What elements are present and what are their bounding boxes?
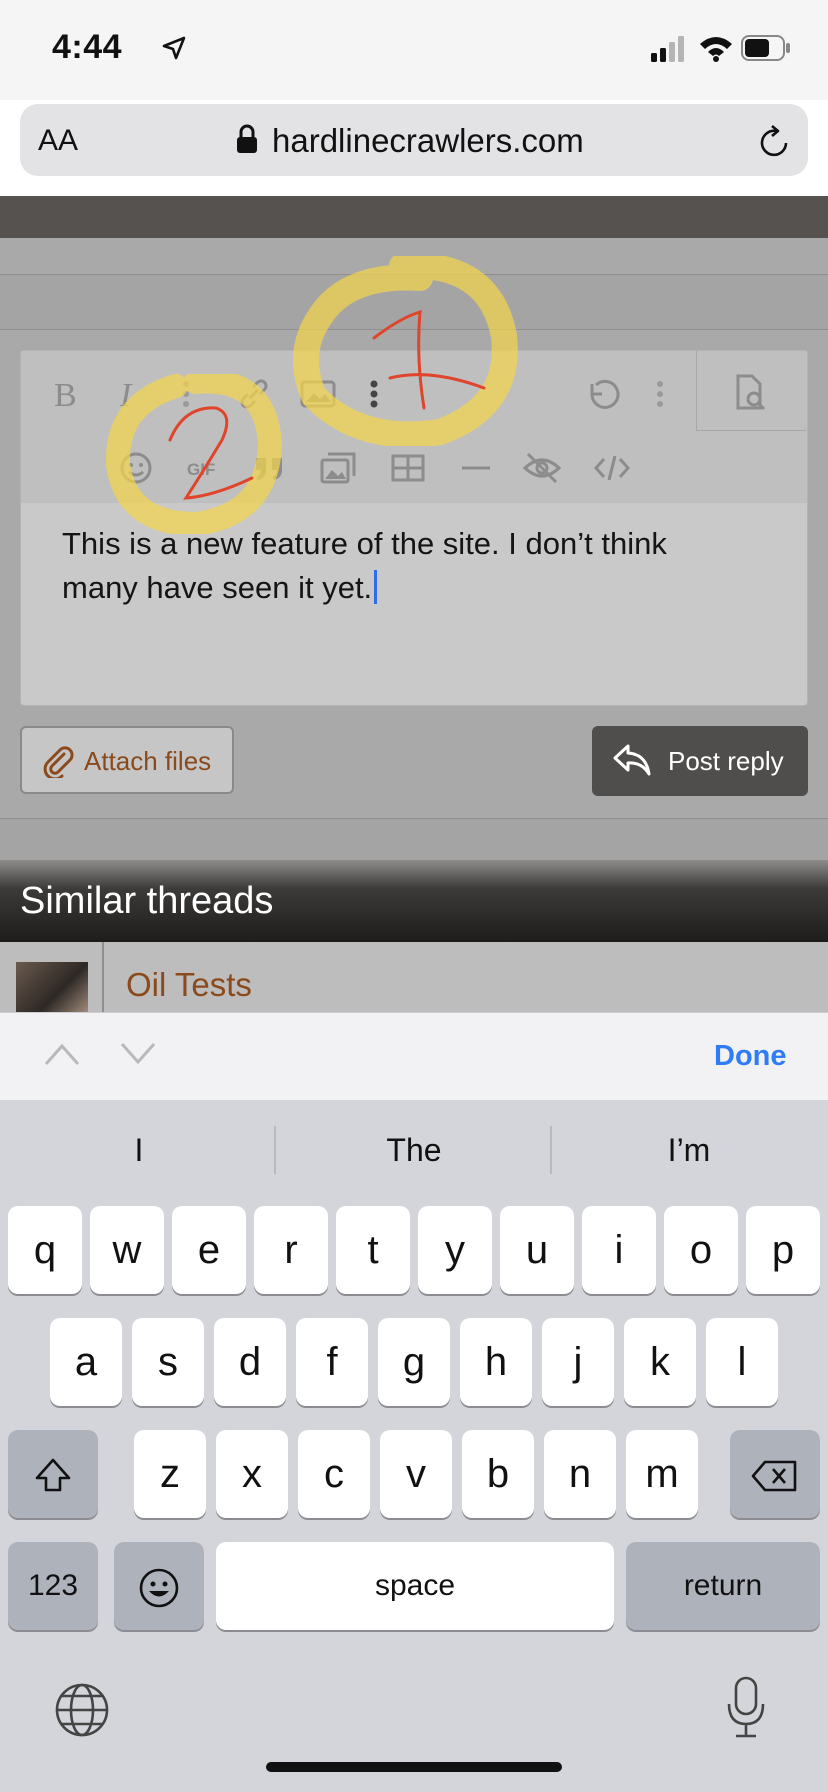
battery-icon [741, 35, 790, 61]
key-g[interactable]: g [378, 1318, 450, 1406]
key-y[interactable]: y [418, 1206, 492, 1294]
key-t[interactable]: t [336, 1206, 410, 1294]
table-icon[interactable] [388, 448, 428, 488]
handwritten-number-2 [168, 406, 254, 500]
key-x[interactable]: x [216, 1430, 288, 1518]
handwritten-number-1 [372, 309, 486, 410]
delete-key[interactable] [730, 1430, 820, 1518]
more-vertical-icon[interactable] [640, 374, 680, 414]
text-caret [374, 570, 378, 604]
attach-files-label: Attach files [84, 746, 212, 776]
emoji-icon [139, 1569, 179, 1608]
suggestion-1[interactable]: I [4, 1132, 274, 1169]
suggestion-3[interactable]: I’m [554, 1132, 824, 1169]
reply-arrow-icon [613, 744, 651, 776]
space-key[interactable]: space [216, 1542, 614, 1630]
chevron-up-icon[interactable] [42, 1040, 82, 1068]
return-key[interactable]: return [626, 1542, 820, 1630]
key-e[interactable]: e [172, 1206, 246, 1294]
suggestion-divider [550, 1126, 552, 1174]
shift-icon [35, 1459, 71, 1492]
emoji-key[interactable] [114, 1542, 204, 1630]
key-m[interactable]: m [626, 1430, 698, 1518]
key-d[interactable]: d [214, 1318, 286, 1406]
lock-icon [237, 124, 257, 153]
chevron-down-icon[interactable] [118, 1040, 158, 1068]
list-item[interactable] [0, 942, 828, 1012]
horizontal-line-icon[interactable] [456, 448, 496, 488]
key-i[interactable]: i [582, 1206, 656, 1294]
globe-icon[interactable] [54, 1682, 110, 1738]
key-z[interactable]: z [134, 1430, 206, 1518]
key-v[interactable]: v [380, 1430, 452, 1518]
status-time: 4:44 [52, 28, 123, 66]
cellular-signal-icon [651, 36, 684, 62]
code-icon[interactable] [592, 448, 632, 488]
url-text[interactable]: hardlinecrawlers.com [272, 122, 584, 160]
key-w[interactable]: w [90, 1206, 164, 1294]
section-divider [0, 818, 828, 861]
numbers-key[interactable]: 123 [8, 1542, 98, 1630]
post-reply-label: Post reply [668, 746, 784, 776]
key-l[interactable]: l [706, 1318, 778, 1406]
key-o[interactable]: o [664, 1206, 738, 1294]
key-p[interactable]: p [746, 1206, 820, 1294]
preview-icon[interactable] [730, 372, 770, 412]
home-indicator[interactable] [266, 1762, 562, 1772]
toolbar-divider [696, 430, 806, 431]
shift-key[interactable] [8, 1430, 98, 1518]
microphone-icon[interactable] [726, 1676, 766, 1740]
key-q[interactable]: q [8, 1206, 82, 1294]
gallery-icon[interactable] [318, 448, 358, 488]
site-nav-bar [0, 196, 828, 238]
suggestion-2[interactable]: The [279, 1132, 549, 1169]
bold-icon[interactable]: B [48, 374, 88, 414]
key-a[interactable]: a [50, 1318, 122, 1406]
similar-threads-heading: Similar threads [20, 880, 274, 922]
key-s[interactable]: s [132, 1318, 204, 1406]
paperclip-icon [43, 746, 74, 778]
thread-title-link[interactable]: Oil Tests [126, 966, 252, 1004]
done-button[interactable]: Done [714, 1040, 787, 1073]
backspace-icon [751, 1461, 797, 1492]
toolbar-divider [696, 351, 697, 431]
key-f[interactable]: f [296, 1318, 368, 1406]
text-size-button[interactable]: AA [38, 124, 78, 158]
key-c[interactable]: c [298, 1430, 370, 1518]
suggestion-divider [274, 1126, 276, 1174]
wifi-icon [700, 37, 732, 62]
key-r[interactable]: r [254, 1206, 328, 1294]
thread-thumbnail[interactable] [16, 962, 88, 1012]
editor-text: This is a new feature of the site. I don… [62, 526, 667, 605]
key-u[interactable]: u [500, 1206, 574, 1294]
key-b[interactable]: b [462, 1430, 534, 1518]
undo-icon[interactable] [582, 374, 622, 414]
key-n[interactable]: n [544, 1430, 616, 1518]
reload-icon[interactable] [758, 123, 792, 159]
key-k[interactable]: k [624, 1318, 696, 1406]
key-h[interactable]: h [460, 1318, 532, 1406]
svg-text:B: B [54, 377, 77, 414]
editor-content[interactable]: This is a new feature of the site. I don… [62, 522, 742, 610]
divider [102, 942, 104, 1012]
spoiler-eye-slash-icon[interactable] [522, 448, 562, 488]
location-arrow-icon [162, 36, 186, 60]
key-j[interactable]: j [542, 1318, 614, 1406]
